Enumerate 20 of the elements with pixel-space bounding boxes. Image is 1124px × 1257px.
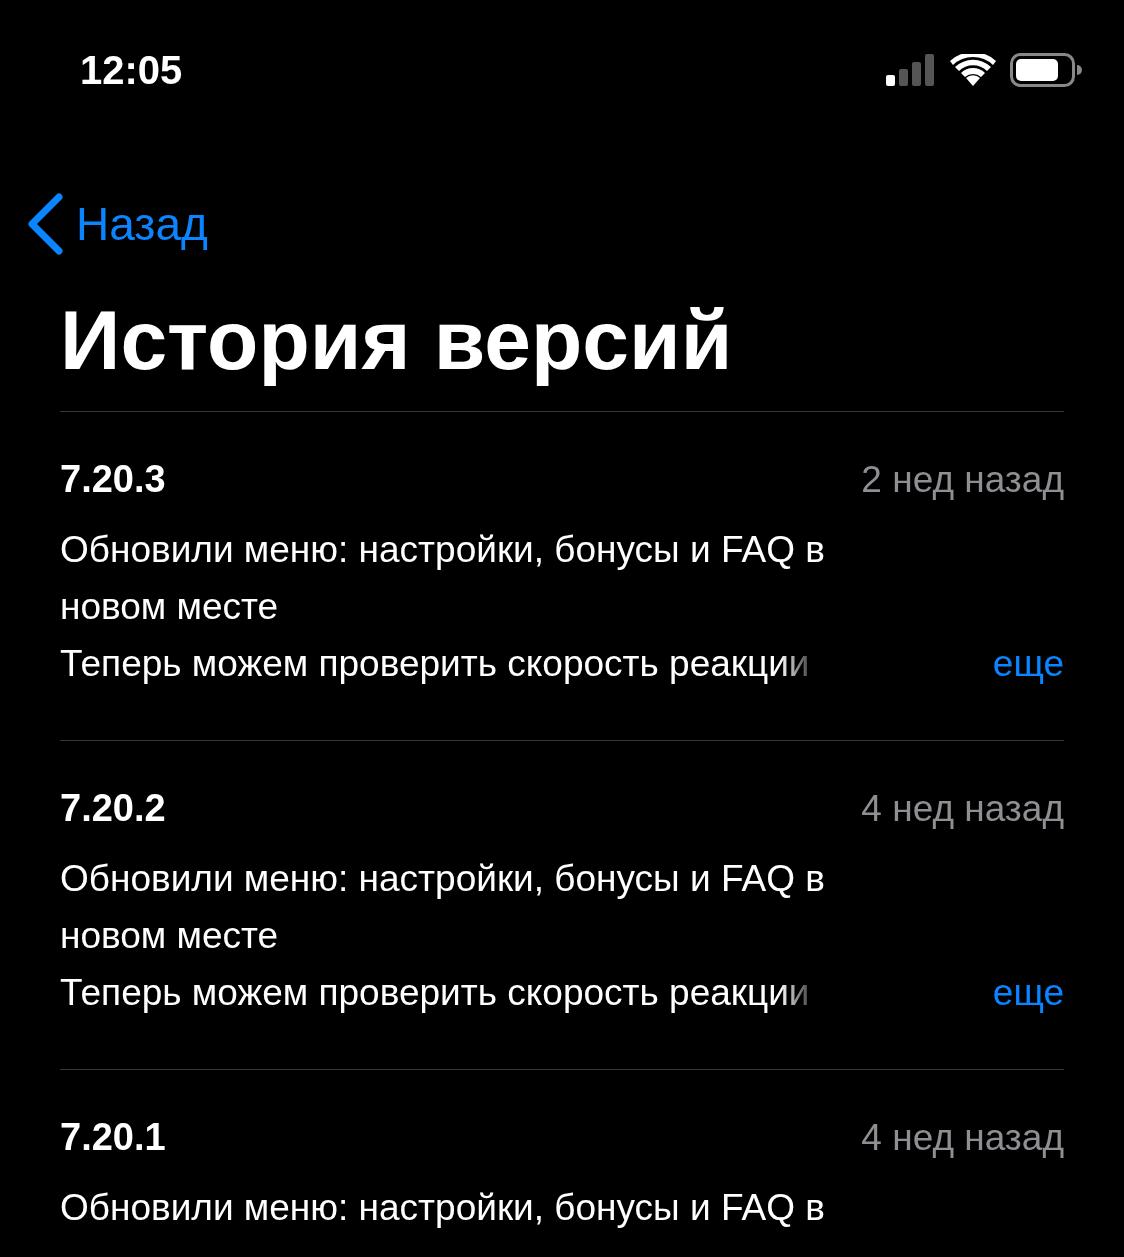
status-time: 12:05: [80, 47, 183, 93]
signal-icon: [886, 54, 936, 86]
release-age: 4 нед назад: [861, 787, 1064, 830]
version-number: 7.20.1: [60, 1115, 166, 1159]
battery-icon: [1010, 53, 1082, 87]
wifi-icon: [950, 54, 996, 86]
release-note: Обновили меню: настройки, бонусы и FAQ в новом месте: [60, 527, 826, 629]
release-age: 2 нед назад: [861, 458, 1064, 501]
release-note: Теперь можем проверить скорость реакции: [60, 641, 810, 686]
page-title: История версий: [60, 292, 734, 389]
version-number: 7.20.3: [60, 457, 166, 501]
more-link[interactable]: еще: [992, 642, 1064, 685]
back-button[interactable]: Назад: [26, 193, 208, 255]
release-age: 4 нед назад: [861, 1116, 1064, 1159]
release-note: Теперь можем проверить скорость реакции: [60, 970, 810, 1015]
chevron-icon: [26, 193, 64, 255]
release-note: Обновили меню: настройки, бонусы и FAQ в новом месте: [60, 856, 826, 958]
release-note: Обновили меню: настройки, бонусы и FAQ в: [60, 1185, 826, 1230]
version-number: 7.20.2: [60, 786, 166, 830]
more-link[interactable]: еще: [992, 971, 1064, 1014]
